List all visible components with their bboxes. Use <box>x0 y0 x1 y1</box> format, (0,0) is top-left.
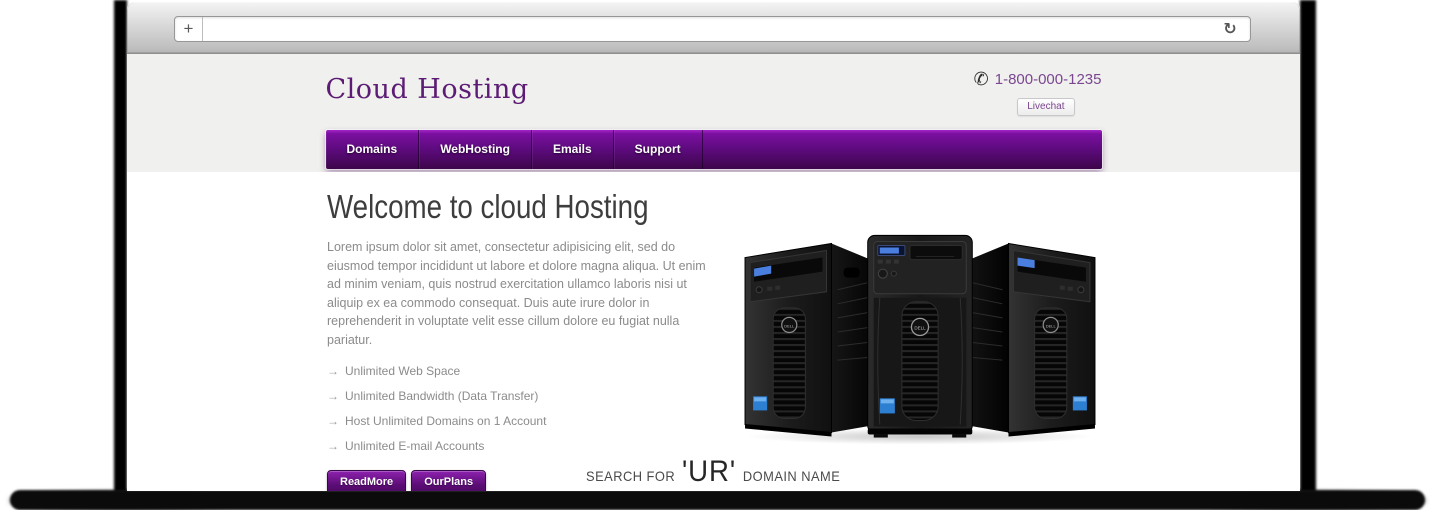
site-header: Cloud Hosting ✆ 1-800-000-1235 Livechat … <box>127 54 1300 172</box>
new-tab-plus-icon[interactable]: + <box>175 17 203 41</box>
nav-item-domains[interactable]: Domains <box>326 130 420 169</box>
hero-text-column: Welcome to cloud Hosting Lorem ipsum dol… <box>327 188 727 491</box>
feature-list: → Unlimited Web Space → Unlimited Bandwidt… <box>327 364 727 453</box>
list-item: → Host Unlimited Domains on 1 Account <box>327 414 727 428</box>
domain-search-banner: SEARCH FOR 'UR' DOMAIN NAME <box>127 455 1300 489</box>
feature-label: Unlimited Web Space <box>345 364 460 378</box>
nav-item-support[interactable]: Support <box>614 130 703 169</box>
browser-toolbar: + ↻ <box>127 2 1300 54</box>
arrow-icon: → <box>327 389 339 403</box>
phone-link[interactable]: ✆ 1-800-000-1235 <box>974 70 1102 88</box>
phone-number: 1-800-000-1235 <box>995 71 1102 88</box>
servers-image: DELL <box>739 228 1101 446</box>
feature-label: Unlimited Bandwidth (Data Transfer) <box>345 389 538 403</box>
list-item: → Unlimited Web Space <box>327 364 727 378</box>
main-nav: Domains WebHosting Emails Support <box>326 130 1102 169</box>
website-page: Cloud Hosting ✆ 1-800-000-1235 Livechat … <box>127 54 1300 490</box>
hero-paragraph: Lorem ipsum dolor sit amet, consectetur … <box>327 238 719 350</box>
browser-window: + ↻ Cloud Hosting ✆ 1-800-000-1235 Livec… <box>127 2 1300 491</box>
template-preview-stage: + ↻ Cloud Hosting ✆ 1-800-000-1235 Livec… <box>0 0 1435 510</box>
page-title: Welcome to cloud Hosting <box>327 188 663 226</box>
nav-item-webhosting[interactable]: WebHosting <box>419 130 532 169</box>
refresh-icon[interactable]: ↻ <box>1210 19 1250 39</box>
livechat-button[interactable]: Livechat <box>1017 98 1074 116</box>
list-item: → Unlimited Bandwidth (Data Transfer) <box>327 389 727 403</box>
hero-section: Welcome to cloud Hosting Lorem ipsum dol… <box>127 172 1300 490</box>
search-banner-highlight: 'UR' <box>682 455 736 488</box>
phone-icon: ✆ <box>974 70 989 88</box>
address-input[interactable] <box>203 17 1210 41</box>
svg-text:DELL: DELL <box>784 323 795 328</box>
list-item: → Unlimited E-mail Accounts <box>327 439 727 453</box>
nav-item-emails[interactable]: Emails <box>532 130 614 169</box>
arrow-icon: → <box>327 414 339 428</box>
search-banner-prefix: SEARCH FOR <box>586 468 675 484</box>
feature-label: Host Unlimited Domains on 1 Account <box>345 414 546 428</box>
arrow-icon: → <box>327 364 339 378</box>
url-bar[interactable]: + ↻ <box>174 16 1251 42</box>
arrow-icon: → <box>327 439 339 453</box>
window-shadow-right <box>1300 0 1316 492</box>
search-banner-suffix: DOMAIN NAME <box>743 468 840 484</box>
site-logo[interactable]: Cloud Hosting <box>326 74 529 105</box>
window-shadow-left <box>114 0 127 492</box>
feature-label: Unlimited E-mail Accounts <box>345 439 484 453</box>
window-shadow-bottom <box>10 490 1425 510</box>
svg-text:DELL: DELL <box>1046 323 1057 328</box>
svg-text:DELL: DELL <box>914 325 926 330</box>
